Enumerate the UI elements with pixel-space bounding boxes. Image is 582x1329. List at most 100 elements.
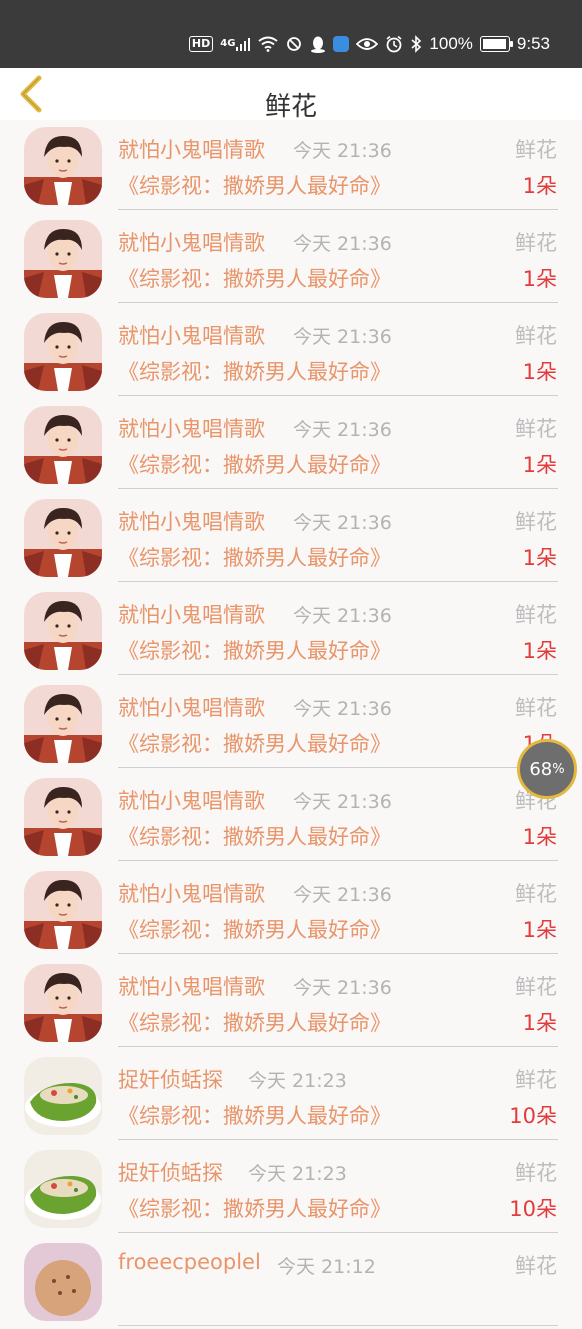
sender-name[interactable]: 就怕小鬼唱情歌 — [118, 971, 265, 1001]
avatar[interactable] — [24, 871, 102, 949]
work-title[interactable]: 《综影视：撒娇男人最好命》 — [118, 356, 391, 386]
work-title[interactable]: 《综影视：撒娇男人最好命》 — [118, 542, 391, 572]
row-divider — [118, 302, 558, 303]
row-divider — [118, 860, 558, 861]
row-divider — [118, 395, 558, 396]
row-divider — [118, 674, 558, 675]
sender-name[interactable]: 就怕小鬼唱情歌 — [118, 227, 265, 257]
signal-icon: 4G — [220, 36, 251, 52]
work-title[interactable]: 《综影视：撒娇男人最好命》 — [118, 635, 391, 665]
list-item[interactable]: 就怕小鬼唱情歌 今天 21:36 鲜花《综影视：撒娇男人最好命》 1朵 — [0, 213, 582, 306]
list-item[interactable]: 就怕小鬼唱情歌今天 21:36鲜花《综影视：撒娇男人最好命》1朵 — [0, 492, 582, 585]
send-time: 今天 21:23 — [248, 1070, 347, 1092]
qq-penguin-icon — [310, 35, 326, 53]
work-title[interactable]: 《综影视：撒娇男人最好命》 — [118, 263, 391, 293]
avatar[interactable] — [24, 1243, 102, 1321]
gift-quantity: 1朵 — [522, 267, 557, 291]
gift-type: 鲜花 — [515, 324, 557, 348]
row-divider — [118, 953, 558, 954]
send-time: 今天 21:36 — [293, 512, 392, 534]
row-divider — [118, 1139, 558, 1140]
list-item[interactable]: 捉奸侦蛞探 今天 21:23 鲜花《综影视：撒娇男人最好命》 10朵 — [0, 1050, 582, 1143]
avatar[interactable] — [24, 220, 102, 298]
avatar[interactable] — [24, 1150, 102, 1228]
work-title[interactable]: 《综影视：撒娇男人最好命》 — [118, 170, 391, 200]
avatar[interactable] — [24, 127, 102, 205]
sender-name[interactable]: froeecpeoplel — [118, 1250, 261, 1274]
list-item[interactable]: 就怕小鬼唱情歌 今天 21:36 鲜花《综影视：撒娇男人最好命》 1朵 — [0, 306, 582, 399]
avatar[interactable] — [24, 499, 102, 577]
list-item[interactable]: 就怕小鬼唱情歌 今天 21:36 鲜花《综影视：撒娇男人最好命》 1朵 — [0, 120, 582, 213]
hd-icon: HD — [188, 36, 214, 52]
avatar[interactable] — [24, 685, 102, 763]
status-bar: HD 4G 100% 9:53 — [0, 0, 582, 68]
list-item[interactable]: 就怕小鬼唱情歌今天 21:36鲜花《综影视：撒娇男人最好命》1朵 — [0, 399, 582, 492]
avatar[interactable] — [24, 313, 102, 391]
alarm-icon — [385, 35, 403, 53]
avatar[interactable] — [24, 406, 102, 484]
floating-percent-badge[interactable]: 68% — [517, 739, 577, 799]
list-item[interactable]: 就怕小鬼唱情歌今天 21:36鲜花《综影视：撒娇男人最好命》1朵 — [0, 585, 582, 678]
gift-quantity: 10朵 — [509, 1104, 557, 1128]
sender-name[interactable]: 就怕小鬼唱情歌 — [118, 599, 265, 629]
work-title[interactable]: 《综影视：撒娇男人最好命》 — [118, 914, 391, 944]
avatar[interactable] — [24, 592, 102, 670]
list-item[interactable]: froeecpeoplel 今天 21:12 鲜花 — [0, 1236, 582, 1329]
battery-icon — [479, 36, 513, 52]
gift-quantity: 1朵 — [522, 360, 557, 384]
gift-type: 鲜花 — [515, 1068, 557, 1092]
list-item[interactable]: 就怕小鬼唱情歌今天 21:36鲜花《综影视：撒娇男人最好命》1朵 — [0, 771, 582, 864]
row-divider — [118, 1325, 558, 1326]
work-title[interactable]: 《综影视：撒娇男人最好命》 — [118, 1007, 391, 1037]
avatar[interactable] — [24, 1057, 102, 1135]
nfc-icon — [285, 36, 303, 52]
avatar[interactable] — [24, 964, 102, 1042]
gift-type: 鲜花 — [515, 510, 557, 534]
row-divider — [118, 1046, 558, 1047]
sender-name[interactable]: 就怕小鬼唱情歌 — [118, 134, 265, 164]
work-title[interactable]: 《综影视：撒娇男人最好命》 — [118, 1193, 391, 1223]
work-title[interactable]: 《综影视：撒娇男人最好命》 — [118, 449, 391, 479]
bluetooth-icon — [410, 35, 422, 53]
list-item[interactable]: 就怕小鬼唱情歌今天 21:36鲜花《综影视：撒娇男人最好命》1朵 — [0, 957, 582, 1050]
send-time: 今天 21:36 — [293, 698, 392, 720]
gift-type: 鲜花 — [515, 138, 557, 162]
sender-name[interactable]: 就怕小鬼唱情歌 — [118, 785, 265, 815]
gift-type: 鲜花 — [515, 696, 557, 720]
list-item[interactable]: 捉奸侦蛞探 今天 21:23 鲜花 《综影视：撒娇男人最好命》 10朵 — [0, 1143, 582, 1236]
gift-quantity: 1朵 — [522, 639, 557, 663]
work-title[interactable]: 《综影视：撒娇男人最好命》 — [118, 728, 391, 758]
battery-percent: 100% — [429, 34, 473, 53]
sender-name[interactable]: 就怕小鬼唱情歌 — [118, 413, 265, 443]
avatar[interactable] — [24, 778, 102, 856]
work-title[interactable]: 《综影视：撒娇男人最好命》 — [118, 821, 391, 851]
send-time: 今天 21:36 — [293, 326, 392, 348]
send-time: 今天 21:36 — [293, 140, 392, 162]
gift-record-list: 就怕小鬼唱情歌 今天 21:36 鲜花 《综影视：撒娇男人最好命》 1朵 就怕小鬼唱情歌今… — [0, 120, 582, 1329]
sender-name[interactable]: 就怕小鬼唱情歌 — [118, 878, 265, 908]
sender-name[interactable]: 就怕小鬼唱情歌 — [118, 320, 265, 350]
row-divider — [118, 767, 558, 768]
row-divider — [118, 581, 558, 582]
sender-name[interactable]: 捉奸侦蛞探 — [118, 1157, 223, 1187]
send-time: 今天 21:36 — [293, 884, 392, 906]
gift-type: 鲜花 — [515, 231, 557, 255]
badge-unit: % — [552, 761, 565, 777]
sender-name[interactable]: 捉奸侦蛞探 — [118, 1064, 223, 1094]
sender-name[interactable]: 就怕小鬼唱情歌 — [118, 506, 265, 536]
page-title: 鲜花 — [264, 92, 317, 122]
gift-quantity: 1朵 — [522, 174, 557, 198]
row-divider — [118, 209, 558, 210]
send-time: 今天 21:36 — [293, 233, 392, 255]
row-divider — [118, 1232, 558, 1233]
list-item[interactable]: 就怕小鬼唱情歌今天 21:36鲜花《综影视：撒娇男人最好命》1朵 — [0, 864, 582, 957]
gift-type: 鲜花 — [515, 1254, 557, 1278]
wifi-icon — [258, 36, 279, 52]
sender-name[interactable]: 就怕小鬼唱情歌 — [118, 692, 265, 722]
battery-fill — [482, 39, 506, 49]
work-title[interactable]: 《综影视：撒娇男人最好命》 — [118, 1100, 391, 1130]
qq-icon — [333, 36, 350, 52]
gift-quantity: 10朵 — [509, 1197, 557, 1221]
status-icons: HD 4G 100% 9:53 — [188, 30, 550, 58]
list-item[interactable]: 就怕小鬼唱情歌今天 21:36鲜花《综影视：撒娇男人最好命》1朵 — [0, 678, 582, 771]
